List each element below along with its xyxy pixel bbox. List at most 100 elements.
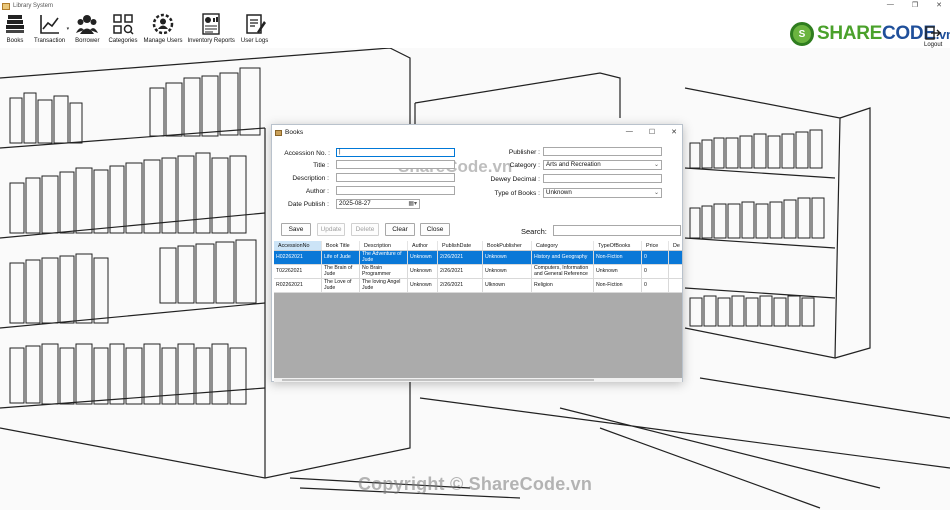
date-publish-label: Date Publish : xyxy=(287,201,329,208)
books-table[interactable]: AccessionNo Book Title Description Autho… xyxy=(274,241,682,378)
description-label: Description : xyxy=(292,175,329,182)
toolbar-borrower-button[interactable]: Borrower xyxy=(75,13,99,44)
dewey-label: Dewey Decimal : xyxy=(490,176,540,183)
toolbar-transaction-button[interactable]: Transaction ▾ xyxy=(34,13,69,44)
column-header[interactable]: AccessionNo xyxy=(274,241,322,250)
toolbar-manage-users-button[interactable]: Manage Users xyxy=(143,13,183,44)
table-cell: Religion xyxy=(532,279,594,292)
logout-icon xyxy=(925,26,942,40)
toolbar-label: Borrower xyxy=(75,38,100,44)
table-cell: 2/26/2021 xyxy=(438,251,483,264)
minimize-icon[interactable]: — xyxy=(887,1,894,9)
books-dialog: Books — ☐ ✕ ShareCode.vn Accession No. :… xyxy=(271,124,683,382)
column-header[interactable]: Author xyxy=(408,241,438,250)
date-publish-value: 2025-08-27 xyxy=(339,200,371,207)
table-cell: 2/26/2021 xyxy=(438,265,483,278)
dewey-input[interactable] xyxy=(543,174,662,183)
column-header[interactable]: TypeOfBooks xyxy=(594,241,642,250)
search-label: Search: xyxy=(521,227,547,236)
column-header[interactable]: PublishDate xyxy=(438,241,483,250)
title-input[interactable] xyxy=(336,160,455,169)
delete-button[interactable]: Delete xyxy=(351,223,379,236)
table-cell: Unknown xyxy=(408,279,438,292)
table-row[interactable]: H02262021 Life of Jude The Adventure of … xyxy=(274,251,682,265)
table-row[interactable]: T02262021 The Brain of Jude No Brain Pro… xyxy=(274,265,682,279)
table-cell: 2/26/2021 xyxy=(438,279,483,292)
close-icon[interactable]: ✕ xyxy=(936,1,942,9)
minimize-icon[interactable]: — xyxy=(626,128,633,136)
logo-icon: S xyxy=(790,22,814,46)
maximize-icon[interactable]: ❐ xyxy=(912,1,918,9)
date-publish-picker[interactable]: 2025-08-27 ▦▾ xyxy=(336,199,420,209)
toolbar-label: Inventory Reports xyxy=(187,38,235,44)
table-cell xyxy=(669,265,682,278)
toolbar-books-button[interactable]: Books xyxy=(4,13,26,44)
main-toolbar: Books Transaction ▾ Borrower Categories … xyxy=(0,12,950,48)
toolbar-inventory-reports-button[interactable]: Inventory Reports xyxy=(188,13,235,44)
save-button[interactable]: Save xyxy=(281,223,311,236)
chevron-down-icon: ⌄ xyxy=(653,190,659,196)
column-header[interactable]: De xyxy=(669,241,682,250)
window-title: Library System xyxy=(13,3,54,9)
type-select[interactable]: Unknown ⌄ xyxy=(543,188,662,198)
table-cell: No Brain Programmer xyxy=(360,265,408,278)
publisher-input[interactable] xyxy=(543,147,662,156)
horizontal-scrollbar[interactable] xyxy=(274,378,682,382)
type-value: Unknown xyxy=(546,189,572,196)
column-header[interactable]: Book Title xyxy=(322,241,360,250)
column-header[interactable]: Category xyxy=(532,241,594,250)
close-button[interactable]: Close xyxy=(420,223,450,236)
table-cell xyxy=(669,251,682,264)
chart-icon xyxy=(39,13,61,35)
table-cell: R02262021 xyxy=(274,279,322,292)
column-header[interactable]: Price xyxy=(642,241,669,250)
search-input[interactable] xyxy=(553,225,681,236)
table-cell: H02262021 xyxy=(274,251,322,264)
table-cell: 0 xyxy=(642,251,669,264)
table-row[interactable]: R02262021 The Love of Jude The loving An… xyxy=(274,279,682,293)
maximize-icon[interactable]: ☐ xyxy=(649,128,655,136)
toolbar-label: User Logs xyxy=(240,38,269,44)
category-value: Arts and Recreation xyxy=(546,161,601,168)
categories-icon xyxy=(112,13,134,35)
copyright-watermark: Copyright © ShareCode.vn xyxy=(357,474,593,494)
table-cell: The Brain of Jude xyxy=(322,265,360,278)
toolbar-user-logs-button[interactable]: User Logs xyxy=(241,13,268,44)
accession-label: Accession No. : xyxy=(284,150,330,157)
table-cell: Unknown xyxy=(408,265,438,278)
chevron-down-icon: ▾ xyxy=(66,26,70,32)
category-select[interactable]: Arts and Recreation ⌄ xyxy=(543,160,662,170)
update-button[interactable]: Update xyxy=(317,223,345,236)
table-cell: T02262021 xyxy=(274,265,322,278)
dialog-window-controls: — ☐ ✕ xyxy=(626,128,677,136)
logout-button[interactable]: Logout xyxy=(924,26,942,48)
toolbar-label: Books xyxy=(6,38,24,44)
description-input[interactable] xyxy=(336,173,455,182)
category-label: Category : xyxy=(509,162,540,169)
accession-input[interactable]: | xyxy=(336,148,455,157)
close-icon[interactable]: ✕ xyxy=(671,128,677,136)
column-header[interactable]: BookPublisher xyxy=(483,241,532,250)
table-cell: Unknown xyxy=(483,265,532,278)
main-titlebar: Library System — ❐ ✕ xyxy=(0,0,950,12)
table-cell: History and Geography xyxy=(532,251,594,264)
toolbar-categories-button[interactable]: Categories xyxy=(108,13,137,44)
dialog-title: Books xyxy=(285,129,304,136)
scrollbar-thumb[interactable] xyxy=(282,379,594,381)
table-cell: 0 xyxy=(642,279,669,292)
table-cell: The Love of Jude xyxy=(322,279,360,292)
table-cell: Computers, Information and General Refer… xyxy=(532,265,594,278)
author-input[interactable] xyxy=(336,186,455,195)
chevron-down-icon: ⌄ xyxy=(653,162,659,168)
table-cell: Non-Fiction xyxy=(594,279,642,292)
clear-button[interactable]: Clear xyxy=(385,223,415,236)
column-header[interactable]: Description xyxy=(360,241,408,250)
dialog-titlebar: Books — ☐ ✕ xyxy=(272,125,682,140)
type-label: Type of Books : xyxy=(494,190,540,197)
table-cell: Life of Jude xyxy=(322,251,360,264)
books-icon xyxy=(4,13,26,35)
toolbar-label: Categories xyxy=(108,38,138,44)
log-icon xyxy=(244,13,266,35)
calendar-icon: ▦▾ xyxy=(408,201,417,207)
table-cell: The loving Angel Jude xyxy=(360,279,408,292)
